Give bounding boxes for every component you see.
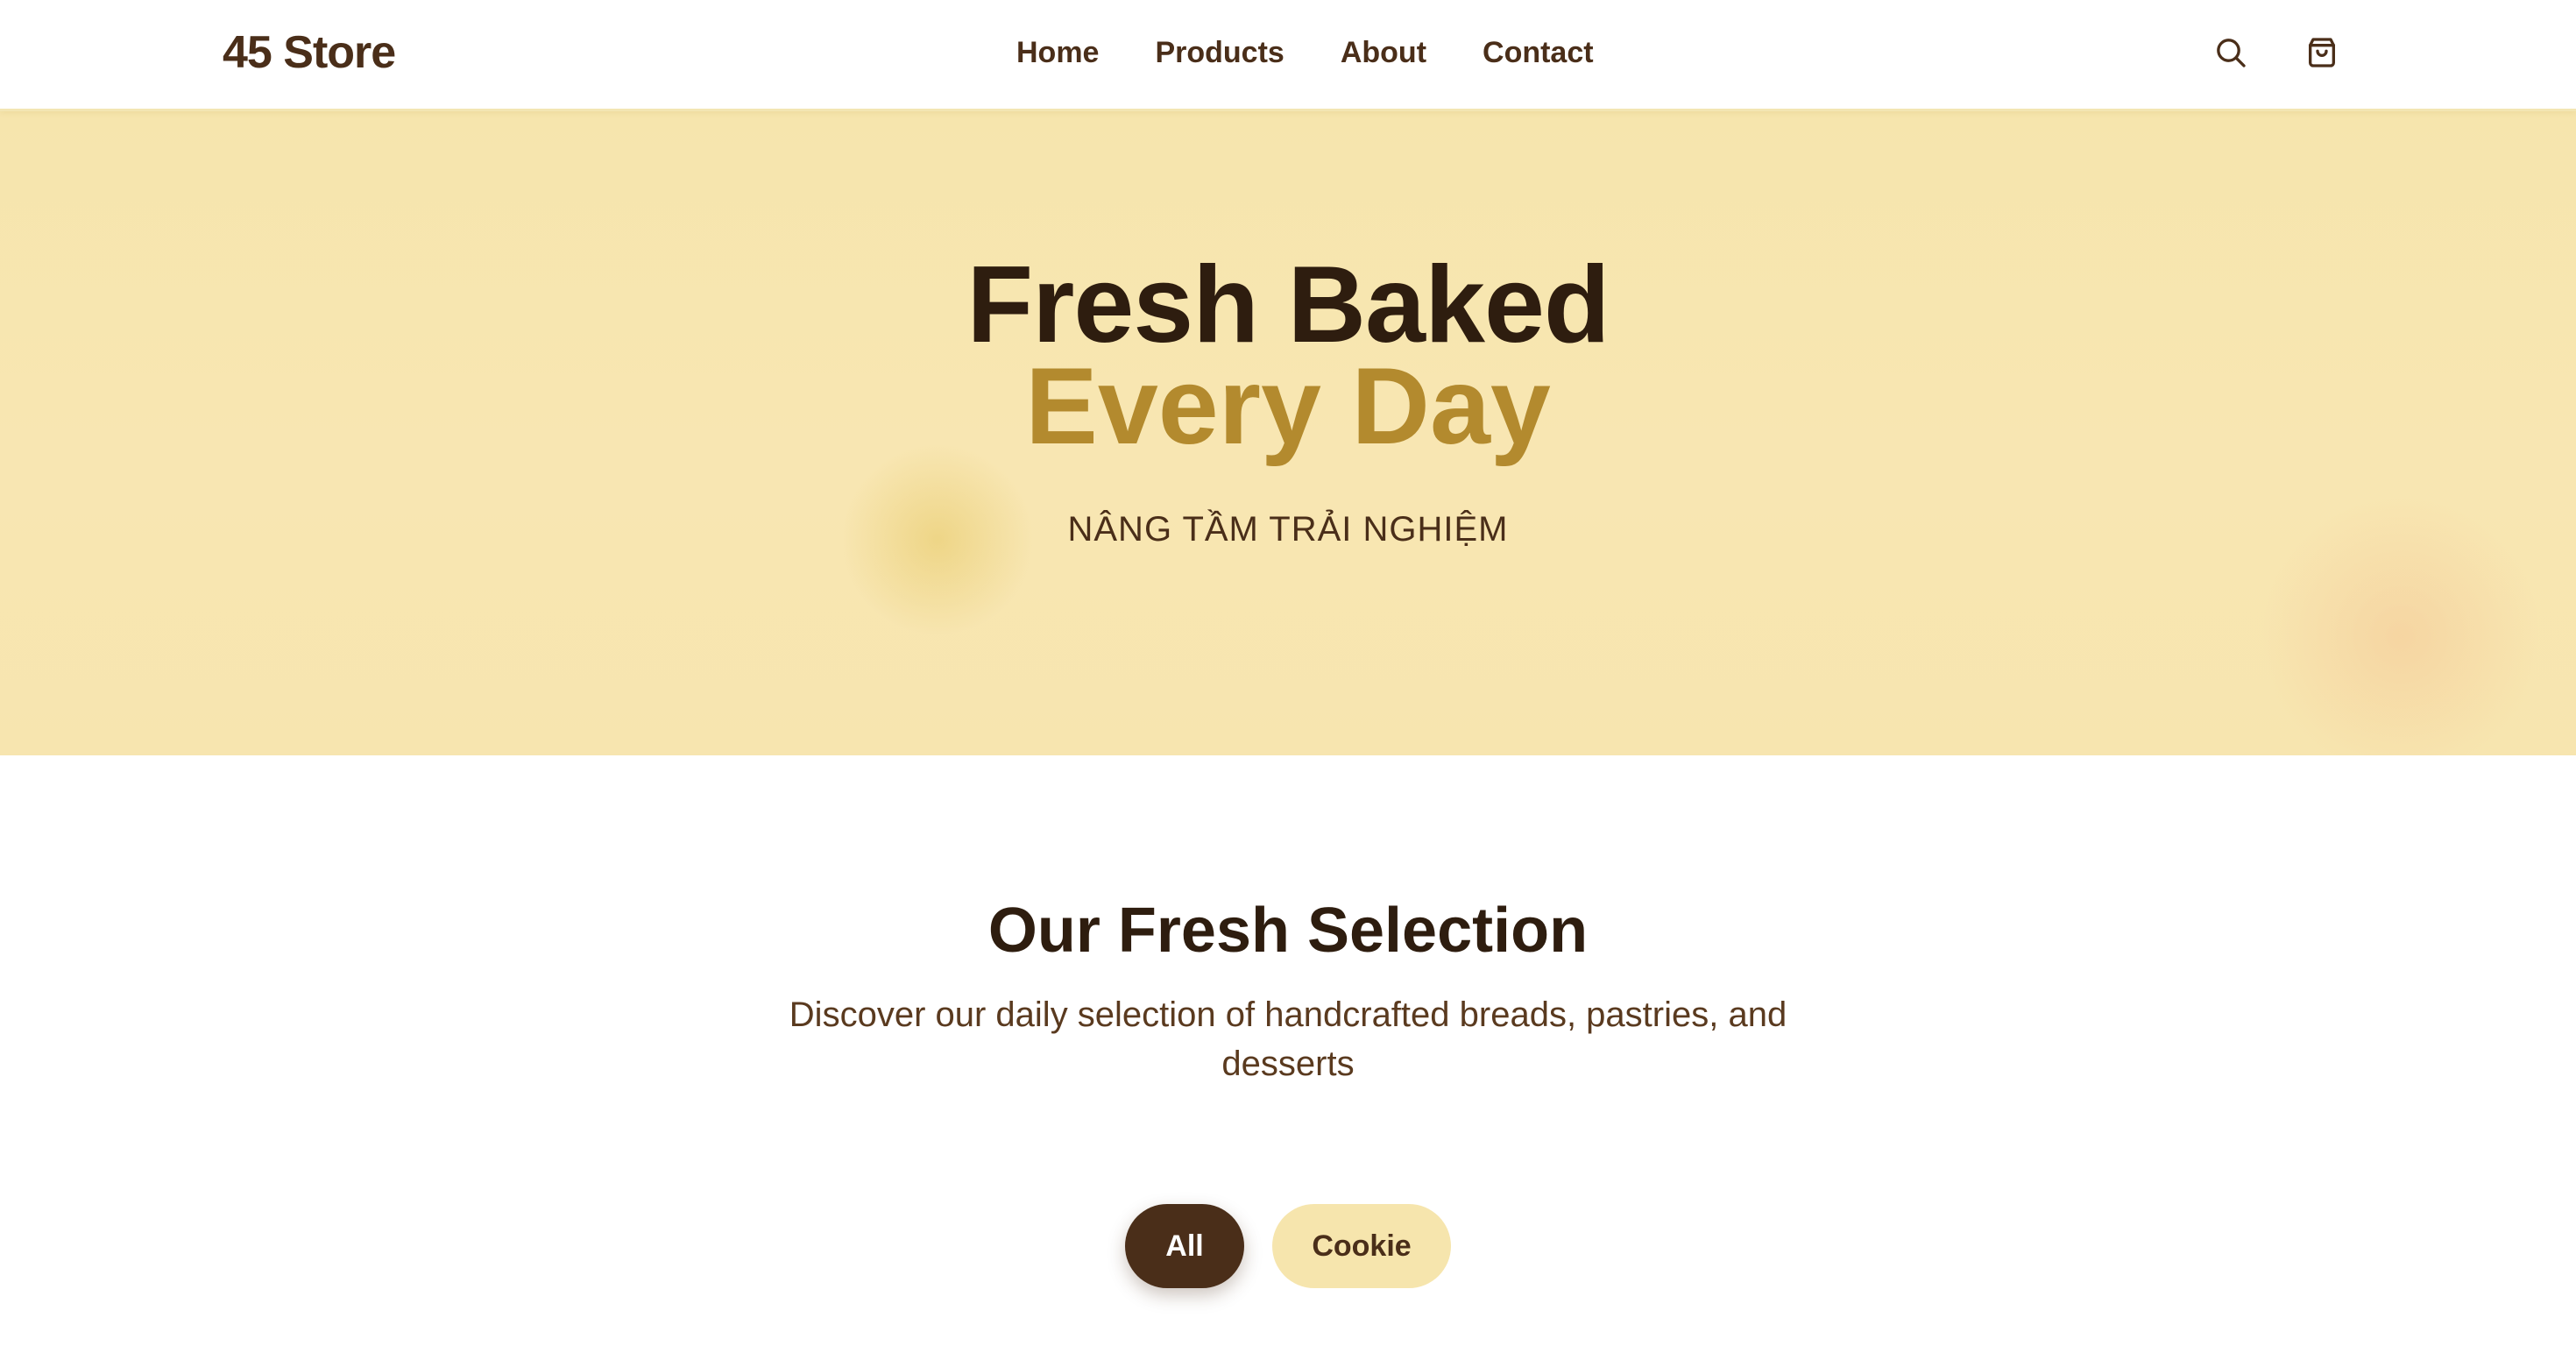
- hero-subtitle: NÂNG TẦM TRẢI NGHIỆM: [1067, 510, 1509, 549]
- section-description: Discover our daily selection of handcraf…: [789, 995, 1787, 1083]
- hero-title-accent: Every Day: [1025, 346, 1551, 467]
- filter-cookie-button[interactable]: Cookie: [1272, 1204, 1451, 1288]
- shopping-bag-icon[interactable]: [2299, 30, 2345, 75]
- nav-products[interactable]: Products: [1155, 32, 1284, 74]
- search-icon[interactable]: [2208, 30, 2254, 75]
- nav-home[interactable]: Home: [1016, 32, 1099, 74]
- filter-all-button[interactable]: All: [1125, 1204, 1244, 1288]
- store-logo[interactable]: 45 Store: [223, 25, 396, 81]
- main-nav: Home Products About Contact: [1016, 32, 1594, 74]
- section-title: Our Fresh Selection: [987, 896, 1589, 966]
- hero-banner: Fresh Baked Every Day NÂNG TẦM TRẢI NGHI…: [0, 110, 2576, 755]
- nav-about[interactable]: About: [1341, 32, 1426, 74]
- nav-contact[interactable]: Contact: [1483, 32, 1594, 74]
- site-header: 45 Store Home Products About Contact: [0, 0, 2576, 111]
